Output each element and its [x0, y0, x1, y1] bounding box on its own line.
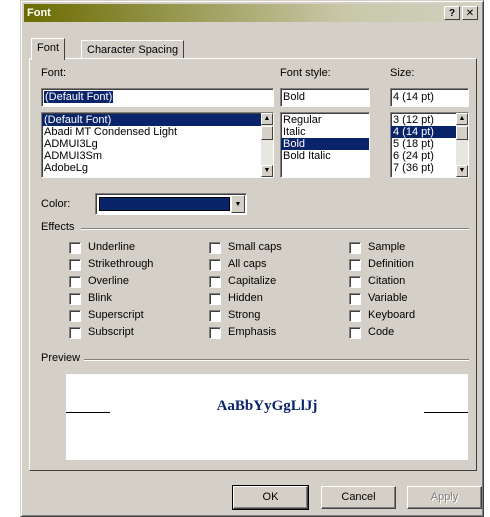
- font-style-label: Font style:: [280, 67, 331, 79]
- effect-checkbox[interactable]: [209, 327, 221, 339]
- close-button[interactable]: ✕: [462, 6, 478, 20]
- tab-character-spacing-label: Character Spacing: [87, 44, 179, 56]
- size-label: Size:: [390, 67, 415, 79]
- font-input-value: (Default Font): [44, 91, 114, 103]
- effect-label[interactable]: Citation: [368, 275, 405, 287]
- font-style-list-item[interactable]: Regular: [281, 114, 369, 126]
- font-style-list-item[interactable]: Italic: [281, 126, 369, 138]
- color-swatch: [99, 197, 230, 211]
- tab-font[interactable]: Font: [31, 38, 66, 60]
- effect-checkbox[interactable]: [209, 293, 221, 305]
- effect-label[interactable]: Superscript: [88, 309, 144, 321]
- preview-box: AaBbYyGgLlJj: [66, 374, 468, 460]
- effect-checkbox[interactable]: [209, 276, 221, 288]
- preview-label: Preview: [41, 352, 81, 364]
- size-input[interactable]: 4 (14 pt): [390, 88, 469, 107]
- effect-checkbox[interactable]: [349, 327, 361, 339]
- effect-label[interactable]: Underline: [88, 241, 135, 253]
- tab-character-spacing[interactable]: Character Spacing: [81, 40, 185, 58]
- color-select[interactable]: ▼: [95, 193, 247, 215]
- effects-label: Effects: [41, 221, 75, 233]
- font-style-list-item[interactable]: Bold Italic: [281, 150, 369, 162]
- effect-label[interactable]: Blink: [88, 292, 112, 304]
- effect-checkbox[interactable]: [349, 242, 361, 254]
- scroll-down-icon[interactable]: ▼: [261, 165, 273, 177]
- color-label: Color:: [41, 198, 71, 210]
- scroll-up-icon[interactable]: ▲: [456, 113, 468, 125]
- font-style-input[interactable]: Bold: [280, 88, 370, 107]
- scroll-thumb[interactable]: [261, 126, 273, 140]
- effect-checkbox[interactable]: [349, 310, 361, 322]
- font-list-item[interactable]: AdobeLg: [42, 162, 273, 174]
- scroll-up-icon[interactable]: ▲: [261, 113, 273, 125]
- apply-button[interactable]: Apply: [407, 486, 482, 509]
- effect-label[interactable]: Overline: [88, 275, 129, 287]
- scroll-down-icon[interactable]: ▼: [456, 165, 468, 177]
- font-style-list[interactable]: Regular Italic Bold Bold Italic: [280, 112, 370, 178]
- preview-text: AaBbYyGgLlJj: [216, 398, 318, 414]
- chevron-down-icon[interactable]: ▼: [231, 195, 245, 213]
- effect-label[interactable]: Sample: [368, 241, 405, 253]
- preview-divider: [84, 359, 469, 361]
- effect-label[interactable]: Small caps: [228, 241, 282, 253]
- effect-label[interactable]: All caps: [228, 258, 267, 270]
- font-list-item[interactable]: (Default Font): [42, 114, 273, 126]
- window-title: Font: [27, 7, 51, 19]
- effect-label[interactable]: Variable: [368, 292, 408, 304]
- effect-label[interactable]: Emphasis: [228, 326, 276, 338]
- effect-checkbox[interactable]: [69, 327, 81, 339]
- help-button[interactable]: ?: [444, 6, 460, 20]
- font-list-item[interactable]: ADMUI3Sm: [42, 150, 273, 162]
- effect-checkbox[interactable]: [209, 259, 221, 271]
- scroll-thumb[interactable]: [456, 126, 468, 140]
- font-list-scrollbar[interactable]: ▲ ▼: [261, 113, 273, 177]
- font-style-input-value: Bold: [283, 91, 306, 103]
- effect-label[interactable]: Keyboard: [368, 309, 415, 321]
- effect-checkbox[interactable]: [69, 242, 81, 254]
- size-list[interactable]: 3 (12 pt) 4 (14 pt) 5 (18 pt) 6 (24 pt) 7 (3…: [390, 112, 469, 178]
- effect-label[interactable]: Capitalize: [228, 275, 276, 287]
- ok-button[interactable]: OK: [232, 485, 309, 510]
- font-dialog: Font ? ✕ Font Character Spacing Font: (D…: [20, 0, 484, 517]
- cancel-button[interactable]: Cancel: [321, 486, 396, 509]
- font-list-item[interactable]: Abadi MT Condensed Light: [42, 126, 273, 138]
- effect-label[interactable]: Subscript: [88, 326, 134, 338]
- font-style-list-item[interactable]: Bold: [281, 138, 369, 150]
- size-list-scrollbar[interactable]: ▲ ▼: [456, 113, 468, 177]
- effect-checkbox[interactable]: [349, 293, 361, 305]
- effect-checkbox[interactable]: [69, 293, 81, 305]
- effects-divider: [81, 228, 469, 230]
- tab-font-label: Font: [37, 42, 60, 54]
- effect-label[interactable]: Hidden: [228, 292, 263, 304]
- font-list-item[interactable]: ADMUI3Lg: [42, 138, 273, 150]
- effect-checkbox[interactable]: [209, 242, 221, 254]
- title-bar[interactable]: Font ? ✕: [24, 4, 480, 22]
- font-input[interactable]: (Default Font): [41, 88, 274, 107]
- effect-label[interactable]: Definition: [368, 258, 414, 270]
- effect-label[interactable]: Strong: [228, 309, 260, 321]
- effect-label[interactable]: Strikethrough: [88, 258, 153, 270]
- effect-checkbox[interactable]: [209, 310, 221, 322]
- effect-checkbox[interactable]: [69, 276, 81, 288]
- effect-checkbox[interactable]: [69, 259, 81, 271]
- font-list[interactable]: (Default Font) Abadi MT Condensed Light AD…: [41, 112, 274, 178]
- effect-checkbox[interactable]: [349, 259, 361, 271]
- size-input-value: 4 (14 pt): [393, 91, 434, 103]
- effect-checkbox[interactable]: [349, 276, 361, 288]
- effect-label[interactable]: Code: [368, 326, 394, 338]
- preview-baseline-right: [424, 412, 468, 413]
- font-label: Font:: [41, 67, 67, 79]
- effect-checkbox[interactable]: [69, 310, 81, 322]
